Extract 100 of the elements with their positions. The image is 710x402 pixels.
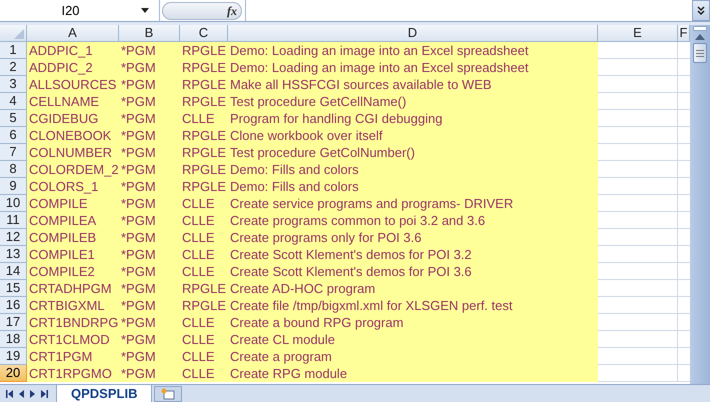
next-sheet-icon[interactable] xyxy=(30,390,35,398)
row-header[interactable]: 5 xyxy=(0,110,27,127)
table-cell: Create a program xyxy=(228,348,598,365)
table-cell: RPGLE xyxy=(180,161,228,178)
vertical-scrollbar[interactable] xyxy=(690,25,710,384)
insert-sheet-button[interactable] xyxy=(154,386,182,402)
table-cell: CLLE xyxy=(180,314,228,331)
row-header[interactable]: 7 xyxy=(0,144,27,161)
table-cell: CLLE xyxy=(180,110,228,127)
table-cell: Clone workbook over itself xyxy=(228,127,598,144)
row-header[interactable]: 12 xyxy=(0,229,27,246)
row-header[interactable]: 14 xyxy=(0,263,27,280)
table-cell: CLLE xyxy=(180,229,228,246)
table-cell: COLNUMBER xyxy=(27,144,119,161)
row-header[interactable]: 1 xyxy=(0,42,27,59)
scroll-thumb[interactable] xyxy=(693,43,707,63)
expand-formula-button[interactable] xyxy=(692,0,710,21)
insert-function-button[interactable]: fx xyxy=(227,2,237,20)
table-cell: *PGM xyxy=(119,297,180,314)
row-header[interactable]: 13 xyxy=(0,246,27,263)
last-sheet-icon[interactable] xyxy=(41,390,48,398)
table-cell: ADDPIC_2 xyxy=(27,59,119,76)
table-cell: COLORDEM_2 xyxy=(27,161,119,178)
table-cell: Create programs only for POI 3.6 xyxy=(228,229,598,246)
row-header[interactable]: 17 xyxy=(0,314,27,331)
table-cell: *PGM xyxy=(119,280,180,297)
table-cell: CRT1CLMOD xyxy=(27,331,119,348)
name-box[interactable]: I20 xyxy=(0,0,160,21)
new-sheet-icon xyxy=(161,388,176,400)
row-header[interactable]: 2 xyxy=(0,59,27,76)
table-cell: COLORS_1 xyxy=(27,178,119,195)
table-cell: CRT1RPGMO xyxy=(27,365,119,382)
table-cell: *PGM xyxy=(119,178,180,195)
table-cell: Create RPG module xyxy=(228,365,598,382)
row-header[interactable]: 19 xyxy=(0,348,27,365)
row-header[interactable]: 18 xyxy=(0,331,27,348)
table-cell: CLLE xyxy=(180,331,228,348)
table-cell: COMPILEA xyxy=(27,212,119,229)
table-cell: RPGLE xyxy=(180,127,228,144)
table-cell: CLLE xyxy=(180,365,228,382)
table-cell: Test procedure GetColNumber() xyxy=(228,144,598,161)
column-header[interactable]: B xyxy=(119,25,180,41)
double-chevron-icon xyxy=(697,6,705,15)
table-cell: Create programs common to poi 3.2 and 3.6 xyxy=(228,212,598,229)
table-cell: CLLE xyxy=(180,263,228,280)
table-cell: COMPILEB xyxy=(27,229,119,246)
previous-sheet-icon[interactable] xyxy=(19,390,24,398)
table-cell: Create Scott Klement's demos for POI 3.2 xyxy=(228,246,598,263)
table-cell: Demo: Fills and colors xyxy=(228,178,598,195)
table-cell: CLLE xyxy=(180,212,228,229)
table-cell: Make all HSSFCGI sources available to WEB xyxy=(228,76,598,93)
table-cell: Demo: Fills and colors xyxy=(228,161,598,178)
column-header[interactable]: F xyxy=(678,25,690,41)
table-cell: CRTADHPGM xyxy=(27,280,119,297)
up-arrow-icon[interactable] xyxy=(695,34,705,40)
row-header[interactable]: 8 xyxy=(0,161,27,178)
column-header[interactable]: C xyxy=(180,25,228,41)
split-box[interactable] xyxy=(693,26,707,31)
table-cell: ADDPIC_1 xyxy=(27,42,119,59)
table-cell: Create AD-HOC program xyxy=(228,280,598,297)
table-cell: *PGM xyxy=(119,229,180,246)
table-cell: Program for handling CGI debugging xyxy=(228,110,598,127)
table-cell: RPGLE xyxy=(180,280,228,297)
table-cell: COMPILE2 xyxy=(27,263,119,280)
first-sheet-icon[interactable] xyxy=(6,390,13,398)
column-header[interactable]: E xyxy=(598,25,678,41)
table-cell: *PGM xyxy=(119,314,180,331)
row-header[interactable]: 3 xyxy=(0,76,27,93)
table-cell: *PGM xyxy=(119,365,180,382)
corner-triangle-icon xyxy=(14,29,24,39)
table-cell: RPGLE xyxy=(180,297,228,314)
table-cell: CELLNAME xyxy=(27,93,119,110)
table-cell: *PGM xyxy=(119,144,180,161)
table-cell: Demo: Loading an image into an Excel spreadsheet xyxy=(228,59,598,76)
table-cell: COMPILE xyxy=(27,195,119,212)
row-header[interactable]: 16 xyxy=(0,297,27,314)
column-header[interactable]: A xyxy=(27,25,119,41)
row-header[interactable]: 20 xyxy=(0,365,27,382)
table-cell: *PGM xyxy=(119,263,180,280)
table-cell: CRT1BNDRPG xyxy=(27,314,119,331)
table-cell: CRTBIGXML xyxy=(27,297,119,314)
table-cell: CLLE xyxy=(180,348,228,365)
table-cell: Demo: Loading an image into an Excel spreadsheet xyxy=(228,42,598,59)
table-cell: *PGM xyxy=(119,76,180,93)
row-header[interactable]: 6 xyxy=(0,127,27,144)
row-header[interactable]: 9 xyxy=(0,178,27,195)
column-header[interactable]: D xyxy=(228,25,598,41)
table-cell: *PGM xyxy=(119,212,180,229)
table-cell: ALLSOURCES xyxy=(27,76,119,93)
row-header[interactable]: 11 xyxy=(0,212,27,229)
table-cell: RPGLE xyxy=(180,76,228,93)
table-cell: *PGM xyxy=(119,331,180,348)
dropdown-caret-icon[interactable] xyxy=(141,8,149,13)
table-cell: CLONEBOOK xyxy=(27,127,119,144)
row-header[interactable]: 10 xyxy=(0,195,27,212)
row-header[interactable]: 4 xyxy=(0,93,27,110)
table-cell: CGIDEBUG xyxy=(27,110,119,127)
sheet-tab[interactable]: QPDSPLIB xyxy=(56,384,152,402)
row-header[interactable]: 15 xyxy=(0,280,27,297)
table-cell: *PGM xyxy=(119,42,180,59)
